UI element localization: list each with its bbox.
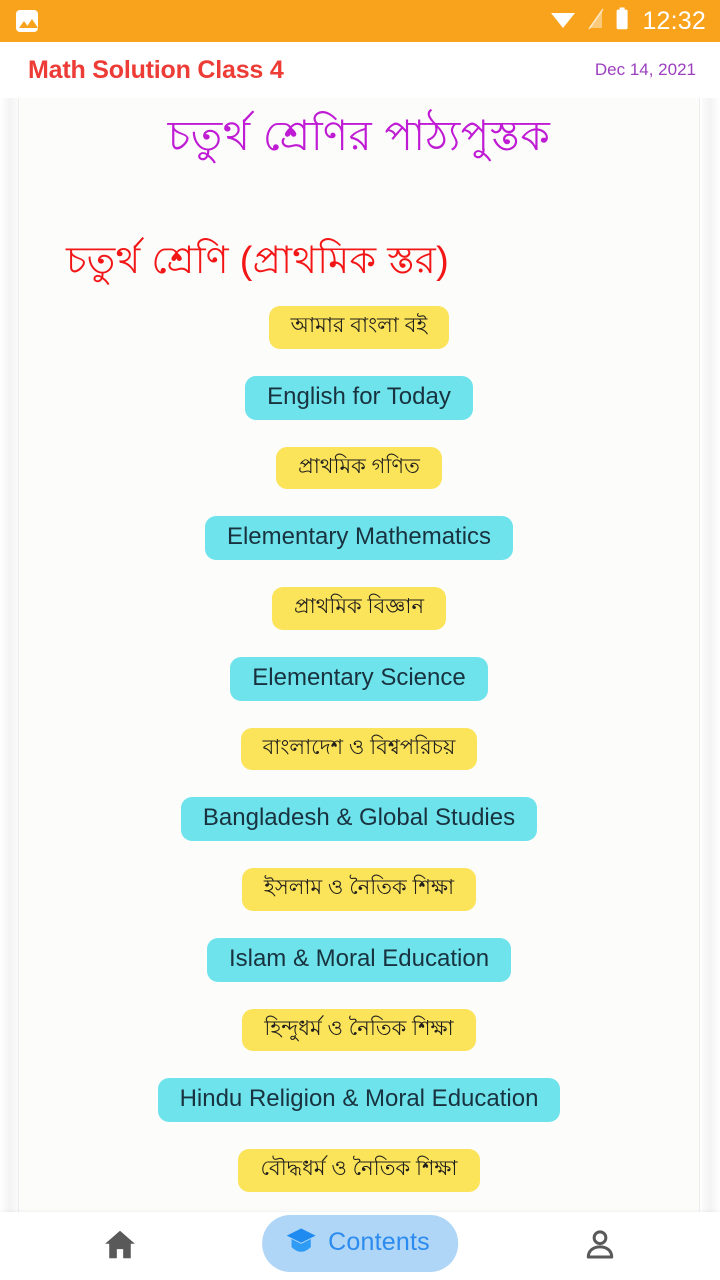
- document-subtitle: চতুর্থ শ্রেণি (প্রাথমিক স্তর): [66, 239, 450, 282]
- book-item[interactable]: হিন্দুধর্ম ও নৈতিক শিক্ষা: [242, 1008, 476, 1052]
- header-date: Dec 14, 2021: [594, 60, 696, 79]
- book-item[interactable]: বৌদ্ধধর্ম ও নৈতিক শিক্ষা: [238, 1149, 480, 1192]
- book-item[interactable]: Hindu Religion & Moral Education: [157, 1078, 561, 1123]
- content-area[interactable]: চতুর্থ শ্রেণির পাঠ্যপুস্তক চতুর্থ শ্রেণি…: [0, 98, 720, 1212]
- person-icon: [581, 1226, 619, 1267]
- book-item[interactable]: Elementary Mathematics: [204, 516, 514, 561]
- battery-icon: [615, 7, 629, 36]
- book-item[interactable]: ইসলাম ও নৈতিক শিক্ষা: [241, 868, 477, 911]
- bottom-navigation-bar: Contents: [0, 1212, 720, 1280]
- book-item[interactable]: Islam & Moral Education: [206, 937, 512, 982]
- page-right-edge: [702, 98, 720, 1212]
- contents-button[interactable]: Contents: [262, 1215, 458, 1272]
- contents-button-label: Contents: [328, 1228, 430, 1256]
- book-item[interactable]: বাংলাদেশ ও বিশ্বপরিচয়: [240, 727, 478, 771]
- app-header: Math Solution Class 4 Dec 14, 2021: [0, 42, 720, 98]
- page-left-edge: [0, 98, 18, 1212]
- app-screen: 12:32 Math Solution Class 4 Dec 14, 2021…: [0, 0, 720, 1280]
- nav-home-button[interactable]: [60, 1212, 180, 1280]
- book-item[interactable]: Bangladesh & Global Studies: [180, 797, 538, 842]
- page-title: Math Solution Class 4: [28, 55, 284, 84]
- graduation-cap-icon: [284, 1224, 318, 1261]
- status-bar-right: 12:32: [550, 7, 706, 36]
- image-notification-icon: [16, 10, 38, 32]
- book-item[interactable]: Elementary Science: [230, 656, 488, 701]
- book-item[interactable]: আমার বাংলা বই: [268, 306, 450, 349]
- cellular-signal-off-icon: [587, 8, 605, 35]
- book-item[interactable]: English for Today: [245, 375, 473, 420]
- status-bar-clock: 12:32: [642, 6, 706, 35]
- book-list: আমার বাংলা বই English for Today প্রাথমিক…: [18, 306, 700, 1212]
- status-bar: 12:32: [0, 0, 720, 42]
- book-item[interactable]: প্রাথমিক বিজ্ঞান: [272, 587, 446, 630]
- nav-profile-button[interactable]: [540, 1212, 660, 1280]
- document-sheet[interactable]: চতুর্থ শ্রেণির পাঠ্যপুস্তক চতুর্থ শ্রেণি…: [18, 98, 700, 1212]
- document-body: চতুর্থ শ্রেণির পাঠ্যপুস্তক চতুর্থ শ্রেণি…: [18, 98, 700, 1212]
- document-title: চতুর্থ শ্রেণির পাঠ্যপুস্তক: [167, 112, 551, 159]
- book-item[interactable]: প্রাথমিক গণিত: [276, 446, 442, 490]
- status-bar-left: [16, 10, 38, 32]
- home-icon: [101, 1226, 139, 1267]
- wifi-icon: [550, 9, 576, 34]
